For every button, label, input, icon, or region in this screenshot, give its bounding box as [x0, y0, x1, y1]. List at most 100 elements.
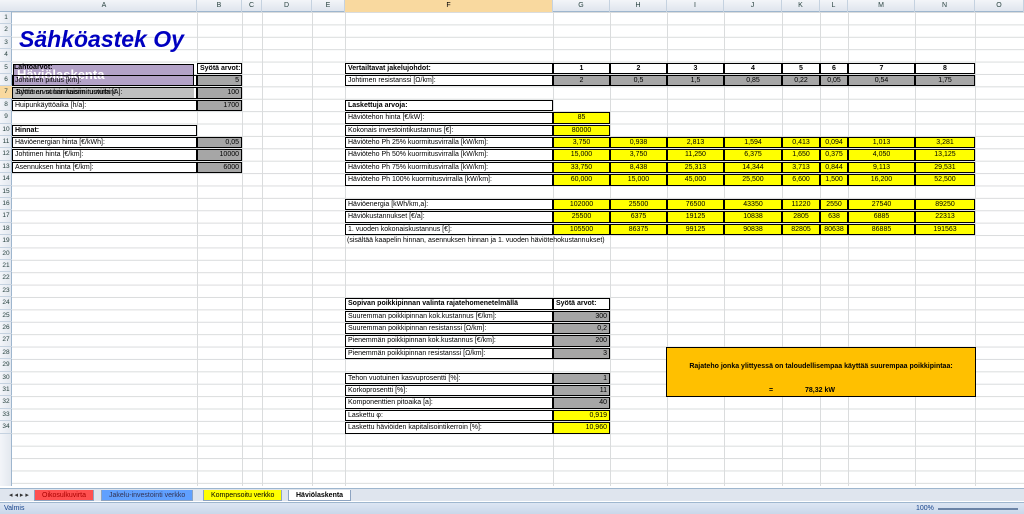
growth-label[interactable]: Tehon vuotuinen kasvuprosentti [%]: [345, 372, 553, 384]
column-header-G[interactable]: G [553, 0, 610, 12]
boundary-label[interactable]: Pienemmän poikkipinnan resistanssi [Ω/km… [345, 347, 553, 360]
row-header-17[interactable]: 17 [0, 210, 12, 223]
row-header-18[interactable]: 18 [0, 223, 12, 236]
loss-power-value[interactable]: 11,250 [667, 149, 724, 161]
input-label[interactable]: Johtimen pituus [km]: [12, 75, 197, 87]
row-header-32[interactable]: 32 [0, 396, 12, 409]
loss-power-value[interactable]: 14,344 [724, 161, 782, 174]
energy-value[interactable]: 638 [820, 211, 848, 223]
growth-value[interactable]: 40 [553, 397, 610, 409]
energy-label[interactable]: 1. vuoden kokonaiskustannus [€]: [345, 223, 553, 236]
energy-value[interactable]: 89250 [915, 199, 975, 211]
row-header-8[interactable]: 8 [0, 99, 12, 112]
inputs-value-header[interactable]: Syötä arvot: [197, 62, 242, 74]
resistance-value[interactable]: 0,22 [782, 75, 820, 87]
row-header-22[interactable]: 22 [0, 272, 12, 285]
loss-power-value[interactable]: 15,000 [610, 174, 667, 186]
loss-power-label[interactable]: Häviöteho Ph 75% kuormitusvirralla [kW/k… [345, 161, 553, 174]
row-header-7[interactable]: 7 [0, 86, 12, 99]
row-header-26[interactable]: 26 [0, 322, 12, 335]
energy-value[interactable]: 2805 [782, 211, 820, 223]
prices-header[interactable]: Hinnat: [12, 124, 197, 136]
growth-label[interactable]: Komponenttien pitoaika [a]: [345, 397, 553, 409]
loss-power-value[interactable]: 3,750 [553, 137, 610, 149]
column-header-K[interactable]: K [782, 0, 820, 12]
loss-power-value[interactable]: 6,600 [782, 174, 820, 186]
conductor-number[interactable]: 4 [724, 62, 782, 74]
energy-value[interactable]: 6885 [848, 211, 915, 223]
row-header-2[interactable]: 2 [0, 24, 12, 37]
calc-header[interactable]: Laskettuja arvoja: [345, 99, 553, 112]
loss-power-value[interactable]: 3,713 [782, 161, 820, 174]
energy-value[interactable]: 105500 [553, 223, 610, 236]
result-label[interactable]: Laskettu häviöiden kapitalisointikerroin… [345, 422, 553, 434]
conductor-number[interactable]: 6 [820, 62, 848, 74]
row-header-15[interactable]: 15 [0, 186, 12, 198]
result-value[interactable]: 10,960 [553, 422, 610, 434]
resistance-value[interactable]: 2 [553, 75, 610, 87]
loss-power-value[interactable]: 9,113 [848, 161, 915, 174]
resistance-value[interactable]: 0,05 [820, 75, 848, 87]
row-header-33[interactable]: 33 [0, 409, 12, 422]
energy-value[interactable]: 10838 [724, 211, 782, 223]
energy-value[interactable]: 80638 [820, 223, 848, 236]
resistance-value[interactable]: 0,54 [848, 75, 915, 87]
input-label[interactable]: Huipunkäyttöaika [h/a]: [12, 99, 197, 112]
loss-power-value[interactable]: 0,375 [820, 149, 848, 161]
column-header-M[interactable]: M [848, 0, 915, 12]
loss-power-value[interactable]: 0,844 [820, 161, 848, 174]
growth-value[interactable]: 1 [553, 372, 610, 384]
row-header-23[interactable]: 23 [0, 285, 12, 298]
input-value[interactable]: 100 [197, 87, 242, 99]
loss-power-value[interactable]: 0,938 [610, 137, 667, 149]
energy-value[interactable]: 25500 [553, 211, 610, 223]
energy-value[interactable]: 22313 [915, 211, 975, 223]
loss-power-value[interactable]: 33,750 [553, 161, 610, 174]
conductor-number[interactable]: 5 [782, 62, 820, 74]
energy-value[interactable]: 86375 [610, 223, 667, 236]
input-value[interactable]: 1700 [197, 99, 242, 112]
price-label[interactable]: Asennuksen hinta [€/km]: [12, 161, 197, 174]
conductor-number[interactable]: 3 [667, 62, 724, 74]
tab-oikosulkuvirta[interactable]: Oikosulkuvirta [34, 490, 94, 501]
row-header-24[interactable]: 24 [0, 297, 12, 310]
energy-value[interactable]: 102000 [553, 199, 610, 211]
column-header-D[interactable]: D [262, 0, 312, 12]
energy-value[interactable]: 191563 [915, 223, 975, 236]
row-header-16[interactable]: 16 [0, 198, 12, 211]
loss-power-value[interactable]: 45,000 [667, 174, 724, 186]
conductor-number[interactable]: 7 [848, 62, 915, 74]
boundary-value-header[interactable]: Syötä arvot: [553, 298, 610, 310]
invest-value[interactable]: 80000 [553, 124, 610, 136]
loss-power-value[interactable]: 13,125 [915, 149, 975, 161]
loss-power-value[interactable]: 60,000 [553, 174, 610, 186]
price-value[interactable]: 6000 [197, 161, 242, 174]
boundary-label[interactable]: Suuremman poikkipinnan resistanssi [Ω/km… [345, 323, 553, 335]
resistance-value[interactable]: 0,85 [724, 75, 782, 87]
row-header-6[interactable]: 6 [0, 74, 12, 87]
row-header-28[interactable]: 28 [0, 347, 12, 360]
row-header-21[interactable]: 21 [0, 260, 12, 273]
loss-price-label[interactable]: Häviötehon hinta [€/kW]: [345, 112, 553, 124]
row-header-14[interactable]: 14 [0, 173, 12, 186]
row-header-5[interactable]: 5 [0, 62, 12, 74]
row-header-3[interactable]: 3 [0, 37, 12, 50]
energy-label[interactable]: Häviöenergia [kWh/km,a]: [345, 199, 553, 211]
price-label[interactable]: Johtimen hinta [€/km]: [12, 149, 197, 161]
loss-power-value[interactable]: 1,650 [782, 149, 820, 161]
price-value[interactable]: 0,05 [197, 137, 242, 149]
tab-haviolaskenta[interactable]: Häviölaskenta [288, 490, 352, 501]
loss-price-value[interactable]: 85 [553, 112, 610, 124]
row-header-25[interactable]: 25 [0, 310, 12, 322]
loss-power-value[interactable]: 25,500 [724, 174, 782, 186]
loss-power-value[interactable]: 52,500 [915, 174, 975, 186]
row-header-13[interactable]: 13 [0, 161, 12, 174]
energy-value[interactable]: 43350 [724, 199, 782, 211]
row-header-27[interactable]: 27 [0, 334, 12, 347]
column-header-N[interactable]: N [915, 0, 975, 12]
row-header-34[interactable]: 34 [0, 421, 12, 434]
boundary-label[interactable]: Pienemmän poikkipinnan kok.kustannus [€/… [345, 335, 553, 347]
loss-power-value[interactable]: 15,000 [553, 149, 610, 161]
row-header-1[interactable]: 1 [0, 12, 12, 25]
row-header-11[interactable]: 11 [0, 136, 12, 149]
